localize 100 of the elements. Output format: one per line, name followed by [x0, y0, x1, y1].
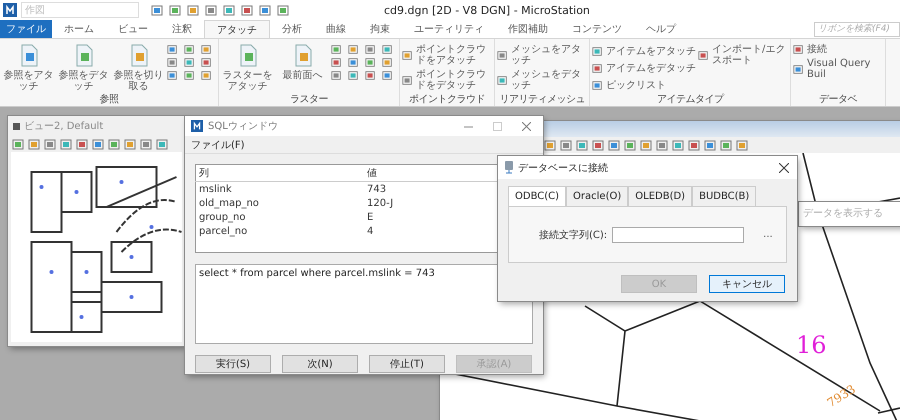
tool-icon[interactable]	[365, 44, 376, 55]
ribbon-tab[interactable]: 拘束	[358, 20, 402, 38]
ribbon-tab[interactable]: 注釈	[160, 20, 204, 38]
ribbon-button[interactable]: メッシュをデタッチ	[497, 69, 587, 91]
tool-icon[interactable]	[44, 138, 57, 150]
tool-icon[interactable]	[576, 138, 589, 152]
ribbon-button[interactable]: アイテムをデタッチ	[592, 61, 696, 75]
tool-icon[interactable]	[259, 4, 272, 16]
tool-icon[interactable]	[201, 70, 212, 81]
tool-icon[interactable]	[382, 44, 393, 55]
tool-icon[interactable]	[402, 50, 413, 60]
tool-icon[interactable]	[184, 57, 195, 68]
ribbon-search-field[interactable]: リボンを検索(F4)	[814, 22, 900, 36]
dialog-button[interactable]: 停止(T)	[369, 355, 445, 373]
tool-icon[interactable]	[656, 138, 669, 152]
tool-icon[interactable]	[223, 4, 236, 16]
tool-icon[interactable]	[497, 50, 508, 60]
tool-icon[interactable]	[151, 4, 164, 16]
ribbon-button[interactable]: Visual Query Buil	[793, 58, 883, 80]
ribbon-tab[interactable]: アタッチ	[204, 20, 270, 38]
ribbon-button[interactable]: メッシュをアタッチ	[497, 44, 587, 66]
tool-icon[interactable]	[60, 138, 73, 150]
tool-icon[interactable]	[382, 57, 393, 68]
browse-button[interactable]: ...	[757, 228, 779, 241]
tool-icon[interactable]	[184, 70, 195, 81]
dialog-tab[interactable]: BUDBC(B)	[692, 186, 756, 206]
tool-icon[interactable]	[348, 57, 359, 68]
tool-icon[interactable]	[688, 138, 701, 152]
quick-access-field[interactable]: 作図	[21, 2, 139, 18]
tool-icon[interactable]	[736, 138, 749, 152]
ribbon-button[interactable]: ポイントクラウドをデタッチ	[402, 69, 492, 91]
tool-icon[interactable]	[140, 138, 153, 150]
close-icon[interactable]	[779, 162, 789, 172]
tool-icon[interactable]	[167, 44, 178, 55]
tool-icon[interactable]	[124, 138, 137, 150]
tool-icon[interactable]	[698, 50, 709, 60]
ribbon-tab[interactable]: 曲線	[314, 20, 358, 38]
tool-icon[interactable]	[365, 70, 376, 81]
tool-icon[interactable]	[156, 138, 169, 150]
tool-icon[interactable]	[497, 74, 508, 86]
tool-icon[interactable]	[241, 4, 254, 16]
tool-icon[interactable]	[720, 138, 733, 152]
tool-icon[interactable]	[184, 44, 195, 55]
tool-icon[interactable]	[348, 70, 359, 81]
ribbon-button[interactable]: 参照をアタッチ	[2, 42, 55, 92]
ribbon-button[interactable]: ピックリスト	[592, 78, 696, 92]
tool-icon[interactable]	[12, 138, 25, 150]
tool-icon[interactable]	[592, 46, 603, 56]
tool-icon[interactable]	[167, 57, 178, 68]
tool-icon[interactable]	[544, 138, 557, 152]
tool-icon[interactable]	[331, 57, 342, 68]
tool-icon[interactable]	[348, 44, 359, 55]
tool-icon[interactable]	[608, 138, 621, 152]
menu-item[interactable]: ファイル(F)	[191, 138, 245, 152]
ribbon-tab[interactable]: ビュー	[106, 20, 160, 38]
tool-icon[interactable]	[108, 138, 121, 150]
ribbon-button[interactable]: 参照をデタッチ	[57, 42, 110, 92]
ribbon-button[interactable]: 接続	[793, 44, 883, 55]
tool-icon[interactable]	[365, 57, 376, 68]
ribbon-button[interactable]: 参照を切り取る	[112, 42, 165, 92]
dialog-tab[interactable]: OLEDB(D)	[628, 186, 692, 206]
tool-icon[interactable]	[402, 74, 413, 86]
ribbon-tab[interactable]: コンテンツ	[560, 20, 634, 38]
dialog-button[interactable]: キャンセル	[709, 275, 785, 293]
tool-icon[interactable]	[167, 70, 178, 81]
ribbon-button[interactable]: 最前面へ	[276, 42, 329, 92]
tool-icon[interactable]	[793, 44, 804, 55]
tool-icon[interactable]	[201, 57, 212, 68]
tool-icon[interactable]	[28, 138, 41, 150]
connection-string-field[interactable]	[612, 226, 744, 242]
tool-icon[interactable]	[592, 80, 603, 90]
tool-icon[interactable]	[187, 4, 200, 16]
dialog-button[interactable]: 実行(S)	[195, 355, 271, 373]
tool-icon[interactable]	[382, 70, 393, 81]
tool-icon[interactable]	[624, 138, 637, 152]
tool-icon[interactable]	[640, 138, 653, 152]
tool-icon[interactable]	[201, 44, 212, 55]
dialog-button[interactable]: 次(N)	[282, 355, 358, 373]
tool-icon[interactable]	[76, 138, 89, 150]
tool-icon[interactable]	[331, 70, 342, 81]
ribbon-tab[interactable]: ヘルプ	[634, 20, 688, 38]
tool-icon[interactable]	[169, 4, 182, 16]
tool-icon[interactable]	[277, 4, 290, 16]
query-field[interactable]: select * from parcel where parcel.mslink = 743	[195, 264, 533, 344]
ribbon-button[interactable]: ラスターをアタッチ	[221, 42, 274, 92]
ribbon-tab[interactable]: ユーティリティ	[402, 20, 496, 38]
ribbon-button[interactable]: インポート/エクスポート	[698, 44, 788, 66]
ribbon-tab[interactable]: ホーム	[52, 20, 106, 38]
tool-icon[interactable]	[560, 138, 573, 152]
tool-icon[interactable]	[592, 62, 603, 74]
tool-icon[interactable]	[672, 138, 685, 152]
ribbon-tab[interactable]: 作図補助	[496, 20, 560, 38]
tool-icon[interactable]	[704, 138, 717, 152]
tool-icon[interactable]	[793, 64, 804, 74]
tool-icon[interactable]	[92, 138, 105, 150]
tool-icon[interactable]	[331, 44, 342, 55]
dialog-tab[interactable]: Oracle(O)	[566, 186, 628, 206]
tool-icon[interactable]	[592, 138, 605, 152]
ribbon-tab[interactable]: ファイル	[0, 20, 52, 38]
ribbon-button[interactable]: ポイントクラウドをアタッチ	[402, 44, 492, 66]
